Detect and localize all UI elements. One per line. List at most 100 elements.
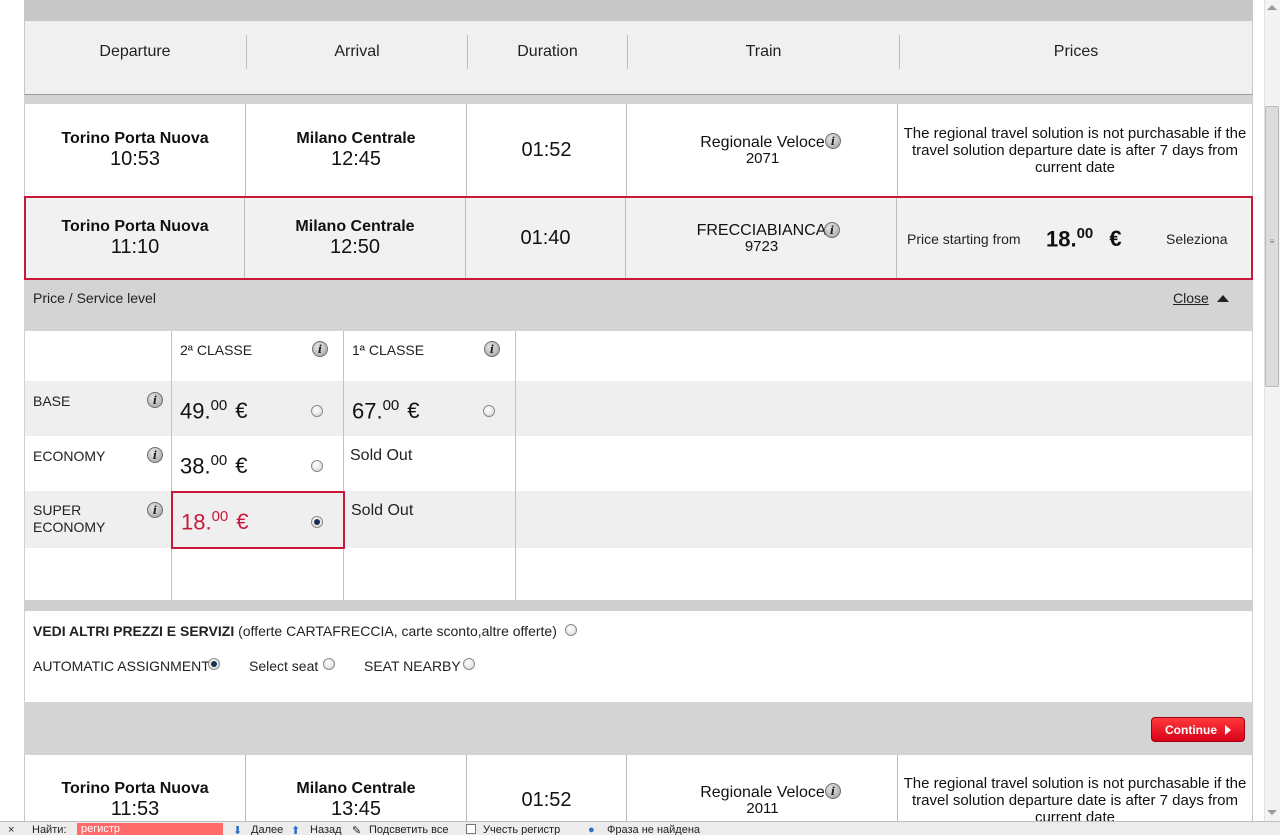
solution-row[interactable]: Torino Porta Nuova 10:53 Milano Centrale… xyxy=(24,104,1253,196)
train-name: Regionale Veloce xyxy=(700,784,825,801)
close-link[interactable]: Close xyxy=(1173,290,1209,306)
departure-time: 11:10 xyxy=(110,236,160,258)
arrow-up-icon: ⬆ xyxy=(291,825,301,835)
train-cell: FRECCIABIANCA 9723 xyxy=(626,198,897,278)
class2-info-icon[interactable]: i xyxy=(312,341,328,357)
arrival-time: 12:45 xyxy=(330,148,382,170)
departure-time: 11:53 xyxy=(110,798,160,820)
economy-class1-soldout: Sold Out xyxy=(350,447,413,464)
highlight-all-button[interactable]: Подсветить все xyxy=(369,824,449,835)
price-cell: The regional travel solution is not purc… xyxy=(898,104,1252,196)
solution-row[interactable]: Torino Porta Nuova 11:53 Milano Centrale… xyxy=(24,755,1253,821)
continue-button[interactable]: Continue xyxy=(1151,717,1245,742)
service-super-economy-label: SUPER ECONOMY xyxy=(33,502,106,535)
service-economy-label: ECONOMY xyxy=(33,448,106,464)
chevron-up-icon[interactable] xyxy=(1217,295,1229,302)
price-note: The regional travel solution is not purc… xyxy=(903,124,1247,176)
economy-class2-radio[interactable] xyxy=(311,460,323,472)
find-status: Фраза не найдена xyxy=(607,824,701,835)
train-name: Regionale Veloce xyxy=(700,133,825,151)
economy-class2-price: 38.00 € xyxy=(180,452,248,479)
findbar-close-icon[interactable]: × xyxy=(8,824,14,835)
solution-row-selected[interactable]: Torino Porta Nuova 11:10 Milano Centrale… xyxy=(24,196,1253,280)
duration-value: 01:40 xyxy=(520,226,571,249)
scroll-up-icon[interactable] xyxy=(1267,5,1277,10)
departure-station: Torino Porta Nuova xyxy=(61,130,209,147)
info-icon: ● xyxy=(588,824,595,835)
header-duration: Duration xyxy=(517,43,578,60)
duration-cell: 01:52 xyxy=(467,104,626,196)
find-bar: × Найти: регистр ⬇ Далее ⬆ Назад ✎ Подсв… xyxy=(0,821,1280,835)
train-cell: Regionale Veloce 2011 xyxy=(627,755,898,821)
starting-price: 18.00 € xyxy=(1046,225,1122,252)
find-input[interactable]: регистр xyxy=(77,823,223,835)
duration-cell: 01:40 xyxy=(466,198,625,278)
service-base-label: BASE xyxy=(33,393,71,409)
price-cell: The regional travel solution is not purc… xyxy=(898,755,1252,821)
top-strip xyxy=(24,0,1253,20)
arrival-cell: Milano Centrale 12:50 xyxy=(245,198,465,278)
base-class1-price: 67.00 € xyxy=(352,397,420,424)
pencil-icon: ✎ xyxy=(352,825,362,835)
train-info-icon[interactable]: i xyxy=(825,133,841,149)
seleziona-link[interactable]: Seleziona xyxy=(1166,231,1228,247)
base-class1-radio[interactable] xyxy=(483,405,495,417)
arrow-right-icon xyxy=(1225,724,1231,735)
seat-nearby-label: SEAT NEARBY xyxy=(364,658,461,674)
departure-cell: Torino Porta Nuova 10:53 xyxy=(25,104,245,196)
price-note: The regional travel solution is not purc… xyxy=(903,775,1247,821)
economy-info-icon[interactable]: i xyxy=(147,447,163,463)
arrival-station: Milano Centrale xyxy=(295,218,415,235)
train-name: FRECCIABIANCA xyxy=(696,221,827,239)
results-header: Departure Arrival Duration Train Prices xyxy=(24,20,1253,95)
base-class2-radio[interactable] xyxy=(311,405,323,417)
auto-assignment-radio[interactable] xyxy=(208,658,220,670)
grip-icon: ≡ xyxy=(1269,237,1275,246)
arrival-cell: Milano Centrale 13:45 xyxy=(246,755,466,821)
match-case-label: Учесть регистр xyxy=(483,824,561,835)
super-economy-info-icon[interactable]: i xyxy=(147,502,163,518)
more-prices-label: VEDI ALTRI PREZZI E SERVIZI (offerte CAR… xyxy=(33,623,557,639)
options-spacer xyxy=(24,600,1253,611)
duration-cell: 01:52 xyxy=(467,755,626,821)
class2-label: 2ª CLASSE xyxy=(180,342,253,358)
duration-value: 01:52 xyxy=(521,789,572,811)
select-seat-label: Select seat xyxy=(249,658,319,674)
duration-value: 01:52 xyxy=(521,138,572,161)
scroll-down-icon[interactable] xyxy=(1267,810,1277,815)
arrival-station: Milano Centrale xyxy=(296,130,416,147)
header-train: Train xyxy=(745,43,782,60)
currency-symbol: € xyxy=(1109,226,1122,252)
train-cell: Regionale Veloce 2071 xyxy=(627,104,898,196)
train-number: 2071 xyxy=(745,149,780,167)
class1-info-icon[interactable]: i xyxy=(484,341,500,357)
find-next-button[interactable]: Далее xyxy=(251,824,283,835)
match-case-checkbox[interactable] xyxy=(466,824,476,834)
departure-station: Torino Porta Nuova xyxy=(61,218,209,235)
train-info-icon[interactable]: i xyxy=(825,783,841,799)
arrival-time: 12:50 xyxy=(329,236,381,258)
base-info-icon[interactable]: i xyxy=(147,392,163,408)
header-prices: Prices xyxy=(1053,43,1099,60)
more-prices-radio[interactable] xyxy=(565,624,577,636)
service-level-title: Price / Service level xyxy=(33,290,156,306)
service-level-grid: 2ª CLASSE i 1ª CLASSE i BASE i 49.00 € 67… xyxy=(24,331,1253,600)
continue-bar: Continue xyxy=(24,702,1253,755)
starting-price-dec: 00 xyxy=(1076,225,1094,242)
arrival-cell: Milano Centrale 12:45 xyxy=(246,104,466,196)
departure-cell: Torino Porta Nuova 11:53 xyxy=(25,755,245,821)
select-seat-radio[interactable] xyxy=(323,658,335,670)
seat-nearby-radio[interactable] xyxy=(463,658,475,670)
super-economy-class2-radio[interactable] xyxy=(311,516,323,528)
super-economy-class2-price: 18.00 € xyxy=(181,508,249,535)
service-level-header: Price / Service level Close xyxy=(24,280,1253,331)
train-number: 2011 xyxy=(746,800,779,817)
arrival-station: Milano Centrale xyxy=(296,780,416,797)
train-number: 9723 xyxy=(744,237,779,255)
header-departure: Departure xyxy=(99,43,171,60)
departure-time: 10:53 xyxy=(109,148,161,170)
starting-price-int: 18. xyxy=(1046,226,1077,252)
class1-label: 1ª CLASSE xyxy=(352,342,425,358)
find-prev-button[interactable]: Назад xyxy=(310,824,342,835)
train-info-icon[interactable]: i xyxy=(824,222,840,238)
